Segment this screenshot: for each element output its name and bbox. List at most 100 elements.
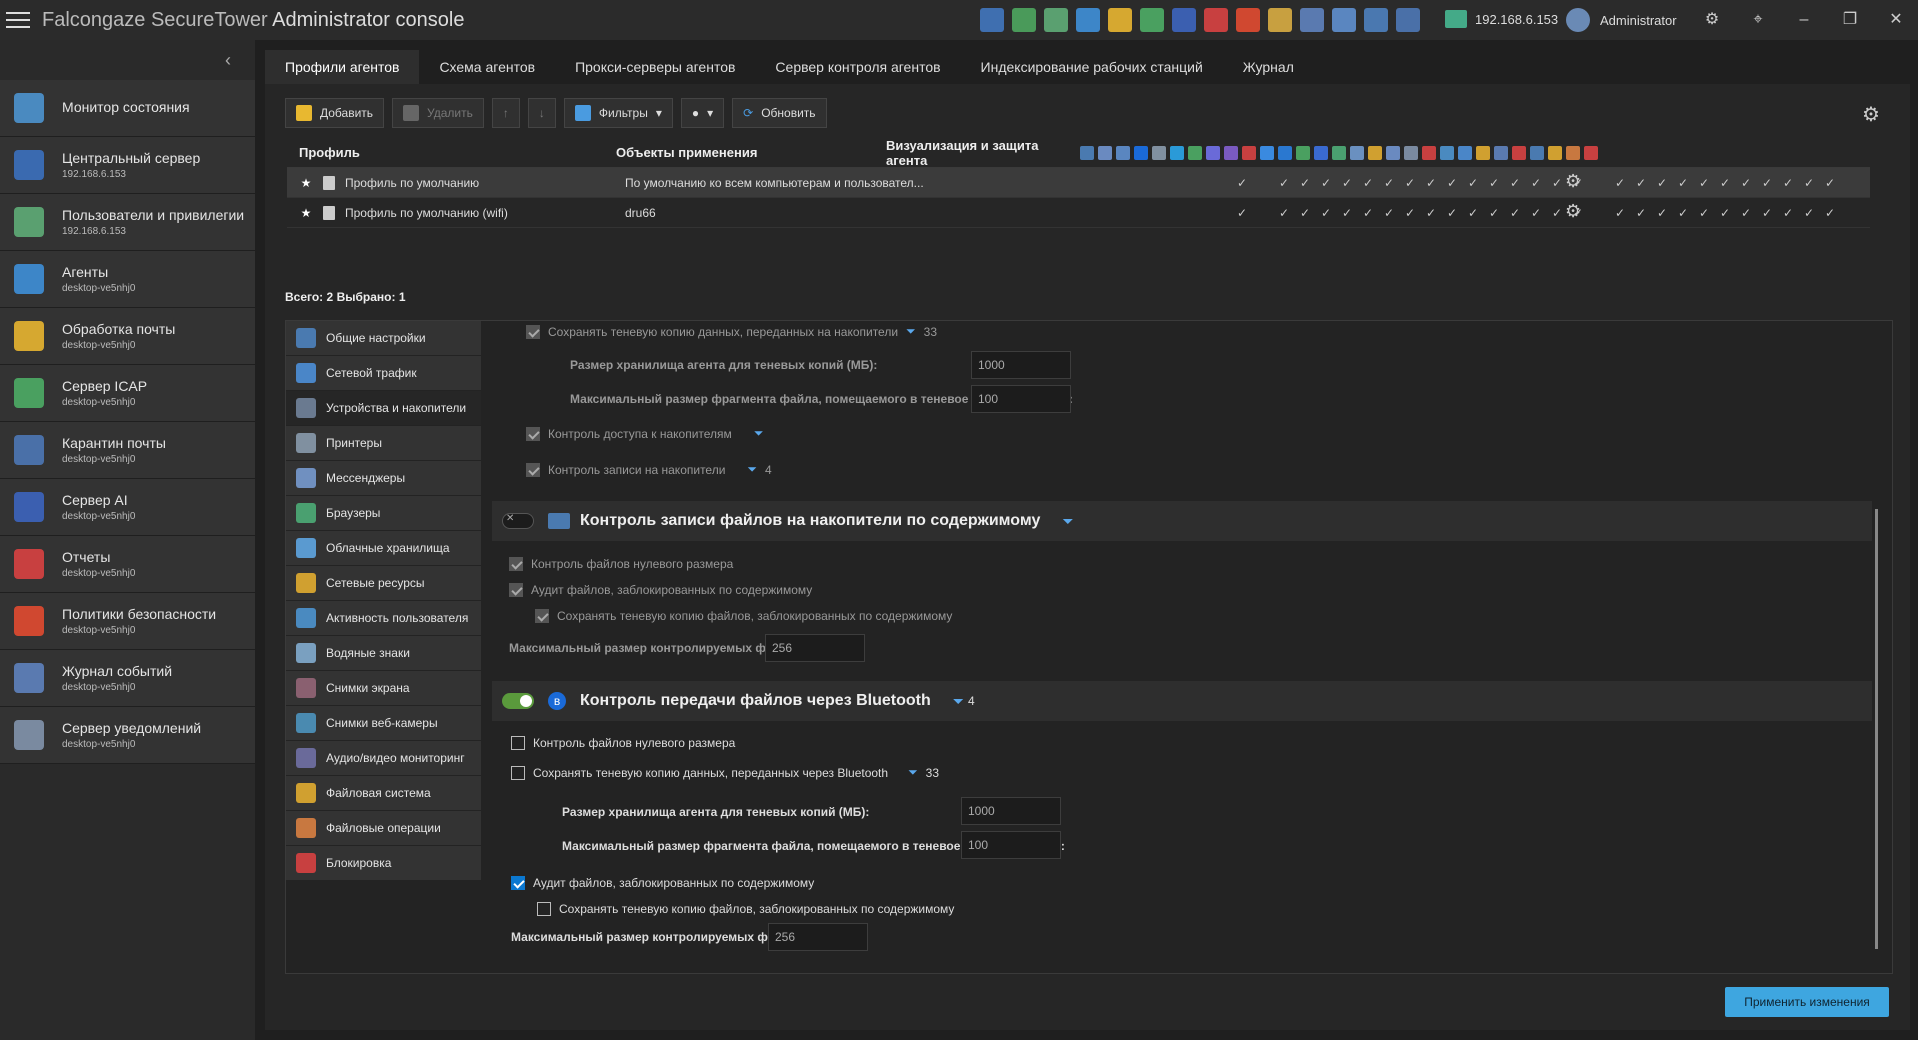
funnel-icon[interactable]: ⏷ — [908, 765, 918, 780]
module-icon[interactable] — [1134, 145, 1148, 160]
checkbox[interactable] — [526, 462, 540, 477]
filters-button[interactable]: Фильтры ▾ — [563, 98, 673, 128]
module-icon[interactable] — [1080, 145, 1094, 160]
module-icon[interactable] — [1404, 145, 1418, 160]
storage-size-input[interactable]: 1000 — [971, 351, 1071, 379]
funnel-icon[interactable]: ⏷ — [747, 462, 757, 477]
module-icon[interactable] — [1260, 145, 1274, 160]
agents-icon[interactable] — [1076, 8, 1100, 32]
sidebar-item[interactable]: Карантин почты desktop-ve5nhj0 — [0, 422, 255, 479]
nav-item[interactable]: Сетевые ресурсы — [286, 566, 481, 601]
bt-audit-blocked[interactable]: Аудит файлов, заблокированных по содержи… — [511, 876, 814, 890]
chart-icon[interactable] — [1300, 8, 1324, 32]
network-map-icon[interactable] — [1364, 8, 1388, 32]
tab[interactable]: Схема агентов — [419, 50, 555, 84]
pin-icon[interactable]: ⌖ — [1746, 8, 1770, 32]
module-icon[interactable] — [1512, 145, 1526, 160]
sidebar-item[interactable]: Политики безопасности desktop-ve5nhj0 — [0, 593, 255, 650]
module-icon[interactable] — [1584, 145, 1598, 160]
audit-blocked[interactable]: Аудит файлов, заблокированных по содержи… — [509, 583, 812, 597]
sidebar-item[interactable]: Пользователи и привилегии 192.168.6.153 — [0, 194, 255, 251]
toggle-switch[interactable] — [502, 693, 534, 709]
nav-item[interactable]: Облачные хранилища — [286, 531, 481, 566]
module-icon[interactable] — [1098, 145, 1112, 160]
nav-item[interactable]: Сетевой трафик — [286, 356, 481, 391]
table-row[interactable]: ★ Профиль по умолчанию По умолчанию ко в… — [287, 168, 1870, 198]
checkbox[interactable] — [526, 324, 540, 339]
close-button[interactable]: ✕ — [1884, 8, 1908, 32]
add-button[interactable]: Добавить — [285, 98, 385, 128]
tab[interactable]: Сервер контроля агентов — [755, 50, 960, 84]
zero-size-control[interactable]: Контроль файлов нулевого размера — [509, 557, 733, 571]
bt-shadow-copy[interactable]: Сохранять теневую копию данных, переданн… — [511, 765, 939, 780]
sidebar-item[interactable]: Монитор состояния — [0, 80, 255, 137]
module-icon[interactable] — [1224, 145, 1238, 160]
print-server-icon[interactable] — [1396, 8, 1420, 32]
tab[interactable]: Прокси-серверы агентов — [555, 50, 755, 84]
bt-shadow-blocked[interactable]: Сохранять теневую копию файлов, заблокир… — [537, 902, 954, 916]
nav-item[interactable]: Блокировка — [286, 846, 481, 881]
status-dropdown[interactable]: ● ▾ — [680, 98, 725, 128]
scrollbar-thumb[interactable] — [1875, 509, 1878, 949]
checkbox[interactable] — [509, 583, 523, 597]
tab[interactable]: Журнал — [1223, 50, 1314, 84]
checkbox[interactable] — [511, 765, 525, 780]
nav-item[interactable]: Файловая система — [286, 776, 481, 811]
module-icon[interactable] — [1494, 145, 1508, 160]
gear-icon[interactable]: ⚙ — [1565, 171, 1581, 192]
sidebar-item[interactable]: Отчеты desktop-ve5nhj0 — [0, 536, 255, 593]
users-icon[interactable] — [1044, 8, 1068, 32]
sidebar-item[interactable]: Сервер уведомлений desktop-ve5nhj0 — [0, 707, 255, 764]
funnel-icon[interactable]: ⏷ — [953, 693, 964, 710]
access-control[interactable]: Контроль доступа к накопителям ⏷ — [526, 426, 763, 441]
collapse-sidebar-icon[interactable]: ‹ — [0, 40, 255, 80]
module-icon[interactable] — [1188, 145, 1202, 160]
module-icon[interactable] — [1530, 145, 1544, 160]
move-up-button[interactable]: ↑ — [491, 98, 520, 128]
nav-item[interactable]: Принтеры — [286, 426, 481, 461]
bt-zero-size-control[interactable]: Контроль файлов нулевого размера — [511, 736, 735, 750]
write-control[interactable]: Контроль записи на накопители ⏷ 4 — [526, 462, 772, 477]
gear-icon[interactable]: ⚙ — [1862, 102, 1880, 127]
module-icon[interactable] — [1332, 145, 1346, 160]
minimize-button[interactable]: – — [1792, 8, 1816, 32]
menu-icon[interactable] — [6, 12, 30, 28]
star-icon[interactable]: ★ — [297, 176, 315, 190]
module-icon[interactable] — [1152, 145, 1166, 160]
module-icon[interactable] — [1170, 145, 1184, 160]
delete-button[interactable]: Удалить — [392, 98, 484, 128]
module-icon[interactable] — [1278, 145, 1292, 160]
sidebar-item[interactable]: Сервер ICAP desktop-ve5nhj0 — [0, 365, 255, 422]
computer-icon[interactable] — [1332, 8, 1356, 32]
nav-item[interactable]: Устройства и накопители — [286, 391, 481, 426]
tab[interactable]: Индексирование рабочих станций — [961, 50, 1223, 84]
gear-icon[interactable]: ⚙ — [1565, 201, 1581, 222]
module-icon[interactable] — [1422, 145, 1436, 160]
nav-item[interactable]: Файловые операции — [286, 811, 481, 846]
module-icon[interactable] — [1368, 145, 1382, 160]
move-down-button[interactable]: ↓ — [527, 98, 556, 128]
settings-icon[interactable]: ⚙ — [1700, 8, 1724, 32]
bt-storage-size-input[interactable]: 1000 — [961, 797, 1061, 825]
bt-max-fragment-input[interactable]: 100 — [961, 831, 1061, 859]
ai-icon[interactable] — [1172, 8, 1196, 32]
refresh-button[interactable]: ⟳ Обновить — [732, 98, 827, 128]
network-icon[interactable] — [1012, 8, 1036, 32]
funnel-icon[interactable]: ⏷ — [1062, 513, 1073, 530]
table-row[interactable]: ★ Профиль по умолчанию (wifi) dru66 ✓ ✓ ✓ ✓… — [287, 198, 1870, 228]
module-icon[interactable] — [1350, 145, 1364, 160]
max-fragment-input[interactable]: 100 — [971, 385, 1071, 413]
shield-icon[interactable] — [980, 8, 1004, 32]
module-icon[interactable] — [1116, 145, 1130, 160]
module-icon[interactable] — [1242, 145, 1256, 160]
checkbox[interactable] — [511, 876, 525, 890]
module-icon[interactable] — [1566, 145, 1580, 160]
sidebar-item[interactable]: Журнал событий desktop-ve5nhj0 — [0, 650, 255, 707]
max-controlled-input[interactable]: 256 — [765, 634, 865, 662]
sidebar-item[interactable]: Сервер AI desktop-ve5nhj0 — [0, 479, 255, 536]
sidebar-item[interactable]: Агенты desktop-ve5nhj0 — [0, 251, 255, 308]
checkbox[interactable] — [509, 557, 523, 571]
nav-item[interactable]: Водяные знаки — [286, 636, 481, 671]
shadow-blocked[interactable]: Сохранять теневую копию файлов, заблокир… — [535, 609, 952, 623]
checkbox[interactable] — [537, 902, 551, 916]
